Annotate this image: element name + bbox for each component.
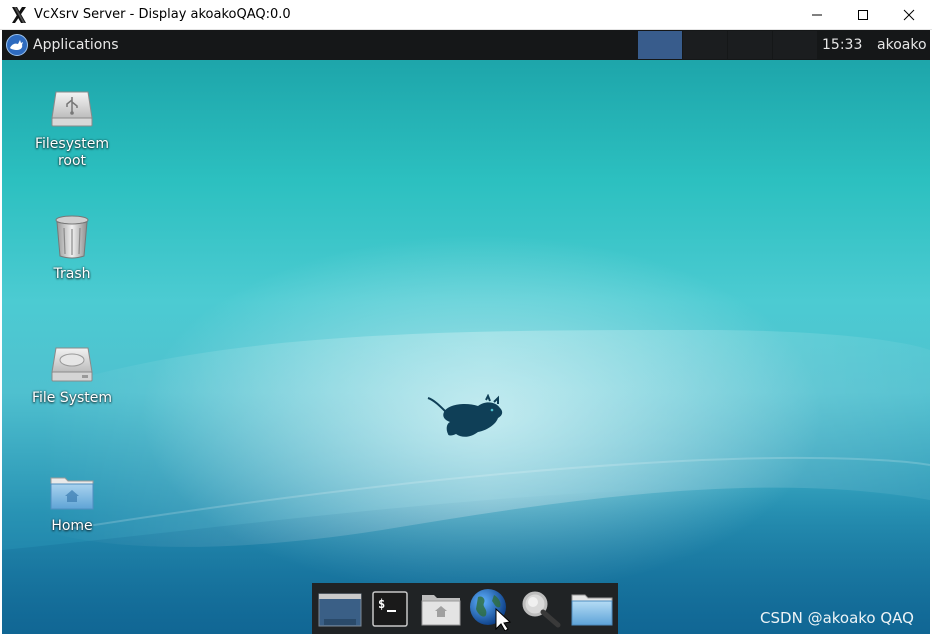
xfce-mouse-icon [427, 394, 503, 437]
workspace-1-button[interactable] [638, 31, 682, 59]
dock-file-manager[interactable] [417, 586, 465, 632]
wallpaper-waves [2, 330, 930, 634]
home-folder-icon [50, 477, 94, 510]
web-browser-icon [470, 588, 512, 631]
workspace-2-button[interactable] [683, 31, 727, 59]
desktop-icon-label: Home [51, 518, 93, 534]
desktop-icon-home[interactable]: Home [24, 472, 120, 535]
svg-text:$: $ [378, 597, 385, 611]
minimize-icon [812, 14, 822, 16]
terminal-icon: $ [372, 590, 409, 627]
dock-search[interactable] [517, 586, 565, 632]
maximize-icon [858, 10, 868, 20]
dock-web-browser[interactable] [467, 586, 515, 632]
show-desktop-icon [318, 593, 362, 626]
desktop-icon-label: Filesystem root [34, 136, 110, 169]
csdn-watermark: CSDN @akoako QAQ [760, 609, 914, 627]
close-button[interactable] [886, 0, 932, 30]
search-icon [522, 591, 561, 627]
minimize-button[interactable] [794, 0, 840, 30]
panel-clock[interactable]: 15:33 [822, 37, 862, 53]
window-title: VcXsrv Server - Display akoakoQAQ:0.0 [34, 7, 291, 22]
workspace-4-button[interactable] [773, 31, 817, 59]
desktop-icon-label: File System [31, 390, 113, 406]
window-titlebar: VcXsrv Server - Display akoakoQAQ:0.0 [0, 0, 932, 30]
desktop-icon-label: Trash [53, 266, 91, 282]
dock-folder[interactable] [568, 586, 616, 632]
desktop-icon-filesystem-root[interactable]: Filesystem root [24, 88, 120, 170]
workspace-3-button[interactable] [728, 31, 772, 59]
usb-drive-icon [51, 91, 93, 127]
close-icon [903, 9, 915, 21]
bottom-dock: $ [312, 583, 618, 634]
applications-label: Applications [33, 37, 119, 53]
desktop-icon-file-system[interactable]: File System [24, 344, 120, 407]
dock-terminal[interactable]: $ [366, 586, 414, 632]
desktop-icon-trash[interactable]: Trash [24, 214, 120, 283]
dock-show-desktop[interactable] [316, 586, 364, 632]
vcxsrv-app-icon [12, 6, 26, 23]
xfce-desktop[interactable]: Applications 15:33 akoako Filesystem roo… [2, 30, 930, 634]
top-panel: Applications 15:33 akoako [2, 30, 930, 60]
trash-icon [55, 215, 89, 259]
maximize-button[interactable] [840, 0, 886, 30]
applications-menu-button[interactable]: Applications [2, 30, 125, 60]
xfce-logo-icon [6, 34, 28, 56]
folder-icon [571, 594, 613, 625]
hard-drive-icon [51, 347, 93, 382]
file-manager-icon [421, 594, 461, 625]
panel-user-menu[interactable]: akoako [877, 37, 927, 53]
